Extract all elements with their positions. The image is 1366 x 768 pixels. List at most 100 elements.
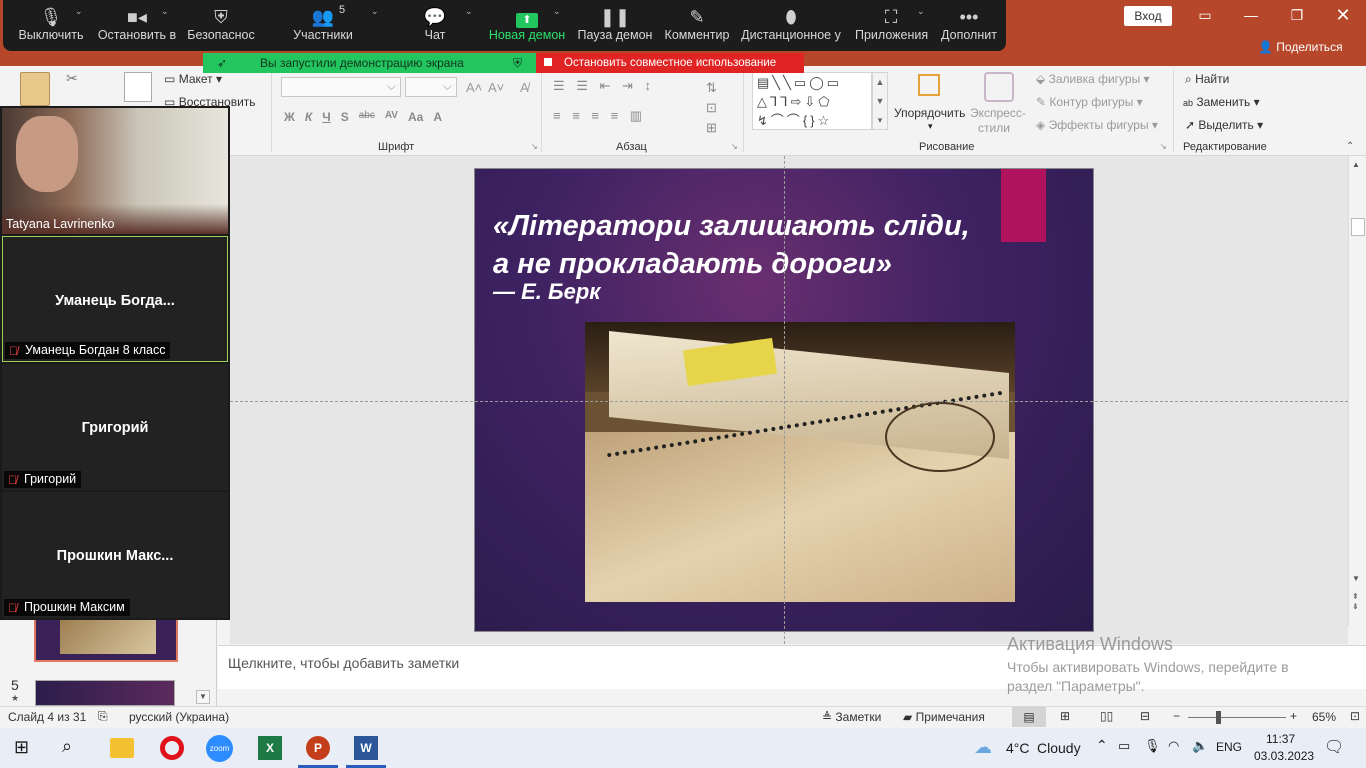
wifi-icon[interactable]: ◠ bbox=[1168, 738, 1179, 754]
slide-picture-newspaper[interactable] bbox=[585, 322, 1015, 602]
zoom-level[interactable]: 65% bbox=[1312, 710, 1336, 724]
zoom-slider-thumb[interactable] bbox=[1216, 711, 1221, 724]
shapes-gallery[interactable]: ▤╲╲▭◯▭ △⅂⅂⇨⇩⬠ ↯⌒⌒{}☆ bbox=[752, 72, 872, 130]
participant-tile[interactable]: Прошкин Макс... 🎙̸ Прошкин Максим bbox=[2, 492, 228, 618]
dialog-launcher-icon[interactable]: ↘ bbox=[1160, 142, 1167, 151]
zoom-in-icon[interactable]: + bbox=[1290, 709, 1297, 723]
chevron-up-icon[interactable]: ⌄ bbox=[75, 6, 83, 17]
word-icon[interactable]: W bbox=[354, 736, 378, 760]
cloud-icon[interactable]: ☁ bbox=[974, 737, 992, 758]
strikethrough-button[interactable]: abc bbox=[359, 110, 375, 124]
ribbon-display-options-icon[interactable]: ▭ bbox=[1182, 0, 1228, 32]
new-slide-icon[interactable] bbox=[124, 72, 152, 102]
prev-slide-icon[interactable]: ⇞ ⇟ bbox=[1352, 592, 1359, 612]
notes-placeholder[interactable]: Щелкните, чтобы добавить заметки bbox=[228, 655, 459, 671]
slideshow-icon[interactable]: ⊟ bbox=[1140, 709, 1150, 723]
slide-sorter-icon[interactable]: ⊞ bbox=[1060, 709, 1070, 723]
collapse-ribbon-icon[interactable]: ⌃ bbox=[1346, 141, 1354, 152]
font-name-combo[interactable]: ⌵ bbox=[281, 77, 401, 97]
apps-button[interactable]: ⛶ Приложения ⌄ bbox=[855, 0, 928, 51]
underline-button[interactable]: Ч bbox=[322, 110, 330, 124]
horizontal-guide[interactable] bbox=[230, 401, 1348, 402]
arrange-label[interactable]: Упорядочить bbox=[894, 106, 965, 120]
participant-tile[interactable]: Григорий 🎙̸ Григорий bbox=[2, 364, 228, 490]
notes-button[interactable]: ≜ Заметки bbox=[822, 710, 881, 724]
align-icons[interactable]: ≡ ≡ ≡ ≡ ▥ bbox=[553, 108, 646, 124]
change-case-button[interactable]: Aa bbox=[408, 110, 423, 124]
pause-share-button[interactable]: ❚❚ Пауза демон bbox=[575, 0, 655, 51]
language-tray[interactable]: ENG bbox=[1216, 740, 1242, 754]
gallery-scroll-icon[interactable]: ▲ ▼ ▾ bbox=[872, 72, 888, 130]
scroll-up-icon[interactable]: ▲ bbox=[1352, 160, 1360, 169]
microphone-tray-icon[interactable]: 🎙 bbox=[1144, 738, 1161, 754]
dialog-launcher-icon[interactable]: ↘ bbox=[531, 142, 538, 151]
scroll-down-icon[interactable]: ▼ bbox=[196, 690, 210, 704]
opera-icon[interactable] bbox=[160, 736, 184, 760]
shape-effects-button[interactable]: ◈ Эффекты фигуры ▾ bbox=[1036, 118, 1158, 132]
minimize-icon[interactable]: — bbox=[1228, 0, 1274, 32]
spellcheck-icon[interactable]: ⎘ bbox=[98, 709, 108, 724]
font-color-button[interactable]: A bbox=[433, 110, 442, 124]
battery-icon[interactable]: ▭ bbox=[1118, 738, 1130, 754]
dialog-launcher-icon[interactable]: ↘ bbox=[731, 142, 738, 151]
volume-icon[interactable]: 🔈 bbox=[1192, 738, 1208, 754]
stop-share-button[interactable]: Остановить совместное использование bbox=[536, 53, 804, 73]
language-indicator[interactable]: русский (Украина) bbox=[129, 710, 229, 724]
clock-time[interactable]: 11:37 bbox=[1266, 732, 1295, 746]
participant-tile[interactable]: Уманець Богда... 🎙̸ Уманець Богдан 8 клас… bbox=[2, 236, 228, 362]
reading-view-icon[interactable]: ▯▯ bbox=[1100, 709, 1113, 723]
mute-button[interactable]: 🎙 Выключить ⌄ bbox=[9, 0, 93, 51]
weather-text[interactable]: Cloudy bbox=[1037, 740, 1081, 756]
vertical-guide[interactable] bbox=[784, 156, 785, 644]
annotate-button[interactable]: ✎ Комментир bbox=[659, 0, 735, 51]
bullets-icon[interactable]: ☰ ☰ ⇤ ⇥ ↕ bbox=[553, 78, 655, 94]
char-spacing-button[interactable]: AV bbox=[385, 110, 398, 124]
chevron-up-icon[interactable]: ⌄ bbox=[371, 6, 379, 17]
paste-icon[interactable] bbox=[20, 72, 50, 106]
more-button[interactable]: ••• Дополнит bbox=[937, 0, 1001, 51]
restore-window-icon[interactable]: ❐ bbox=[1274, 0, 1320, 32]
close-window-icon[interactable]: ✕ bbox=[1320, 0, 1366, 32]
comments-button[interactable]: ▰ Примечания bbox=[903, 710, 985, 724]
new-share-button[interactable]: ⬆ Новая демон ⌄ bbox=[485, 0, 569, 51]
stop-video-button[interactable]: ■◂ Остановить в ⌄ bbox=[95, 0, 179, 51]
bold-button[interactable]: Ж bbox=[284, 110, 295, 124]
scroll-down-icon[interactable]: ▼ bbox=[1352, 574, 1360, 583]
participant-video-tile[interactable]: Tatyana Lavrinenko bbox=[2, 108, 228, 234]
search-icon[interactable]: ⌕ bbox=[62, 736, 72, 757]
slide-thumbnail[interactable] bbox=[35, 680, 175, 706]
select-button[interactable]: ➚ Выделить ▾ bbox=[1185, 118, 1263, 132]
quick-styles-icon[interactable] bbox=[984, 72, 1014, 102]
fit-slide-icon[interactable]: ⊡ bbox=[1350, 709, 1360, 723]
security-button[interactable]: ⛨ Безопаснос bbox=[183, 0, 259, 51]
zoom-app-icon[interactable]: zoom bbox=[206, 735, 233, 762]
shrink-font-icon[interactable]: A˅ bbox=[488, 80, 504, 95]
notifications-icon[interactable]: 🗨 bbox=[1324, 737, 1344, 757]
share-button[interactable]: 👤 Поделиться bbox=[1258, 40, 1343, 54]
start-icon[interactable]: ⊞ bbox=[14, 737, 29, 758]
chevron-up-icon[interactable]: ⌄ bbox=[161, 6, 169, 17]
chat-button[interactable]: 💬 Чат ⌄ bbox=[411, 0, 473, 51]
excel-icon[interactable]: X bbox=[258, 736, 282, 760]
slide-title[interactable]: «Літератори залишають сліди, а не прокла… bbox=[493, 207, 1053, 283]
shadow-button[interactable]: S bbox=[341, 110, 349, 124]
weather-temp[interactable]: 4°C bbox=[1006, 740, 1030, 756]
remote-control-button[interactable]: ⬮ Дистанционное у bbox=[741, 0, 841, 51]
chevron-up-icon[interactable]: ⌄ bbox=[917, 6, 925, 17]
login-button[interactable]: Вход bbox=[1124, 6, 1172, 26]
text-direction-icon[interactable]: ⇅ ⊡ ⊞ bbox=[706, 78, 717, 138]
shape-fill-button[interactable]: ⬙ Заливка фигуры ▾ bbox=[1036, 72, 1150, 86]
shape-outline-button[interactable]: ✎ Контур фигуры ▾ bbox=[1036, 95, 1143, 109]
cut-icon[interactable]: ✂ bbox=[66, 70, 78, 87]
zoom-out-icon[interactable]: − bbox=[1173, 709, 1180, 723]
normal-view-icon[interactable]: ▤ bbox=[1012, 707, 1046, 727]
layout-button[interactable]: ▭ Макет ▾ bbox=[164, 72, 222, 86]
vertical-scrollbar[interactable]: ▲ ▼ ⇞ ⇟ bbox=[1348, 156, 1366, 626]
scroll-thumb[interactable] bbox=[1351, 218, 1365, 236]
replace-button[interactable]: ab Заменить ▾ bbox=[1183, 95, 1260, 109]
zoom-slider-track[interactable] bbox=[1188, 717, 1286, 718]
participants-button[interactable]: 👥 Участники 5 ⌄ bbox=[283, 0, 378, 51]
chevron-up-icon[interactable]: ⌄ bbox=[553, 6, 561, 17]
clear-format-icon[interactable]: A̸ bbox=[520, 80, 529, 95]
powerpoint-icon[interactable]: P bbox=[306, 736, 330, 760]
